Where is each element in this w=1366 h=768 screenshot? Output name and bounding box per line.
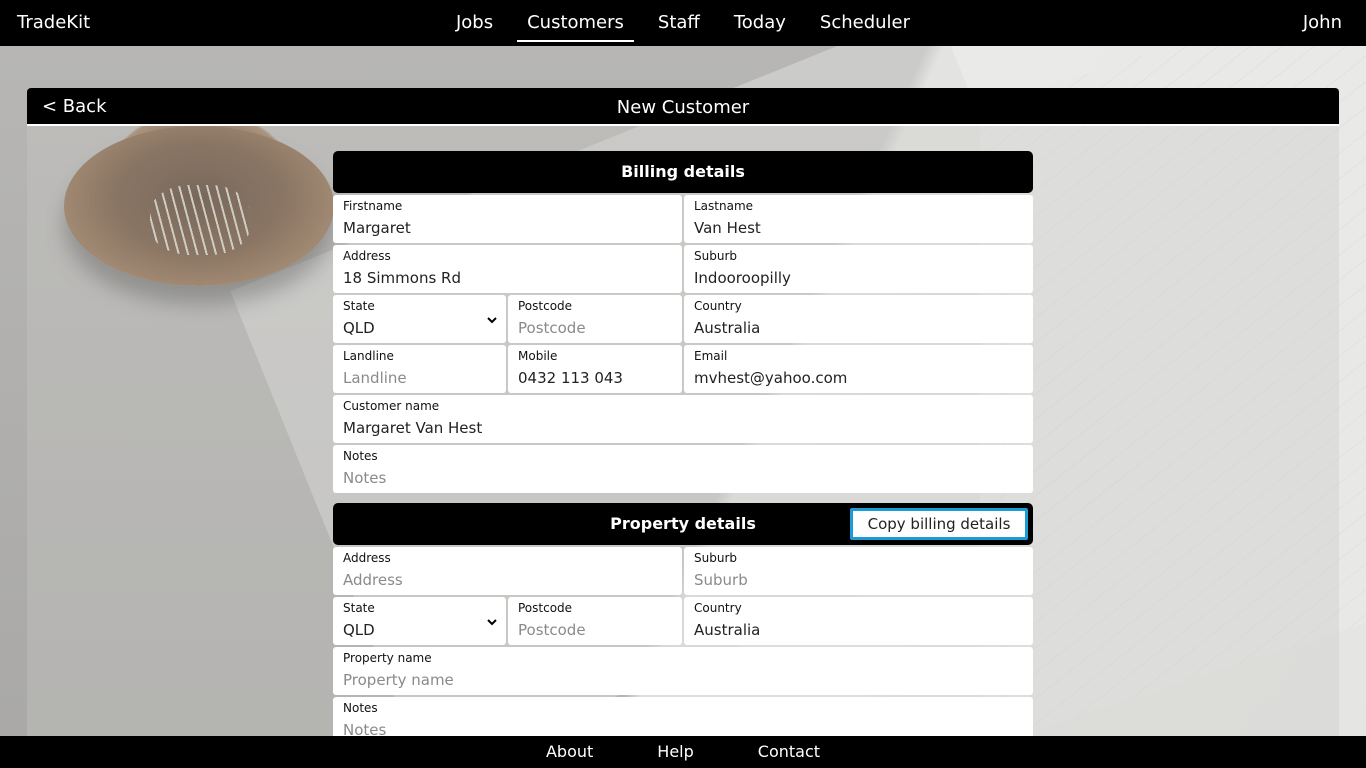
footer-about-link[interactable]: About: [546, 736, 593, 768]
billing-customer-name-field: Customer name: [333, 395, 1033, 443]
billing-state-select[interactable]: State QLD: [333, 295, 506, 343]
nav-customers[interactable]: Customers: [517, 0, 634, 42]
footer-bar: About Help Contact: [0, 736, 1366, 768]
field-label: Property name: [343, 651, 432, 665]
field-label: Customer name: [343, 399, 440, 413]
property-postcode-input[interactable]: [518, 621, 672, 639]
billing-landline-field: Landline: [333, 345, 506, 393]
property-suburb-input[interactable]: [694, 571, 1023, 589]
property-country-field: Country: [684, 597, 1033, 645]
billing-notes-input[interactable]: [343, 469, 1023, 487]
field-label: Country: [694, 299, 742, 313]
panel-header: < Back New Customer: [27, 88, 1339, 126]
copy-billing-details-button[interactable]: Copy billing details: [850, 508, 1028, 540]
field-label: Firstname: [343, 199, 403, 213]
billing-country-input[interactable]: [694, 319, 1023, 337]
field-label: Suburb: [694, 551, 737, 565]
property-name-input[interactable]: [343, 671, 1023, 689]
property-postcode-field: Postcode: [508, 597, 682, 645]
billing-address-field: Address: [333, 245, 682, 293]
billing-country-field: Country: [684, 295, 1033, 343]
property-name-field: Property name: [333, 647, 1033, 695]
property-section-header: Property details Copy billing details: [333, 503, 1033, 545]
field-label: Email: [694, 349, 728, 363]
chevron-down-icon: [487, 619, 497, 626]
footer-help-link[interactable]: Help: [657, 736, 693, 768]
field-label: Address: [343, 551, 391, 565]
billing-postcode-input[interactable]: [518, 319, 672, 337]
customer-form: Billing details Firstname Lastname Addre…: [333, 151, 1033, 745]
nav-jobs[interactable]: Jobs: [439, 0, 510, 42]
field-label: Notes: [343, 449, 378, 463]
billing-suburb-input[interactable]: [694, 269, 1023, 287]
page-title: New Customer: [616, 97, 750, 118]
property-suburb-field: Suburb: [684, 547, 1033, 595]
top-navbar: TradeKit Jobs Customers Staff Today Sche…: [0, 0, 1366, 46]
billing-email-field: Email: [684, 345, 1033, 393]
user-menu[interactable]: John: [1303, 12, 1342, 33]
field-label: Postcode: [518, 601, 573, 615]
nav-staff[interactable]: Staff: [641, 0, 717, 42]
brand-logo[interactable]: TradeKit: [17, 12, 90, 33]
billing-suburb-field: Suburb: [684, 245, 1033, 293]
billing-notes-field: Notes: [333, 445, 1033, 493]
property-state-value: QLD: [343, 621, 375, 639]
field-label: Lastname: [694, 199, 754, 213]
field-label: Postcode: [518, 299, 573, 313]
field-label: Country: [694, 601, 742, 615]
field-label: Address: [343, 249, 391, 263]
billing-lastname-input[interactable]: [694, 219, 1023, 237]
nav-today[interactable]: Today: [717, 0, 803, 42]
field-label: Landline: [343, 349, 394, 363]
field-label: Notes: [343, 701, 378, 715]
billing-address-input[interactable]: [343, 269, 672, 287]
field-label: Suburb: [694, 249, 737, 263]
billing-customer-name-input[interactable]: [343, 419, 1023, 437]
billing-email-input[interactable]: [694, 369, 1023, 387]
footer-contact-link[interactable]: Contact: [758, 736, 820, 768]
new-customer-panel: < Back New Customer Billing details Firs…: [27, 88, 1339, 745]
field-label: State: [343, 601, 375, 615]
billing-firstname-field: Firstname: [333, 195, 682, 243]
billing-lastname-field: Lastname: [684, 195, 1033, 243]
billing-section-header: Billing details: [333, 151, 1033, 193]
billing-landline-input[interactable]: [343, 369, 496, 387]
billing-section-title: Billing details: [621, 162, 745, 181]
property-state-select[interactable]: State QLD: [333, 597, 506, 645]
main-nav: Jobs Customers Staff Today Scheduler: [0, 0, 1366, 46]
chevron-down-icon: [487, 317, 497, 324]
property-address-field: Address: [333, 547, 682, 595]
nav-scheduler[interactable]: Scheduler: [803, 0, 927, 42]
field-label: State: [343, 299, 375, 313]
billing-postcode-field: Postcode: [508, 295, 682, 343]
field-label: Mobile: [518, 349, 558, 363]
property-address-input[interactable]: [343, 571, 672, 589]
billing-mobile-input[interactable]: [518, 369, 672, 387]
property-country-input[interactable]: [694, 621, 1023, 639]
billing-state-value: QLD: [343, 319, 375, 337]
billing-mobile-field: Mobile: [508, 345, 682, 393]
billing-firstname-input[interactable]: [343, 219, 672, 237]
